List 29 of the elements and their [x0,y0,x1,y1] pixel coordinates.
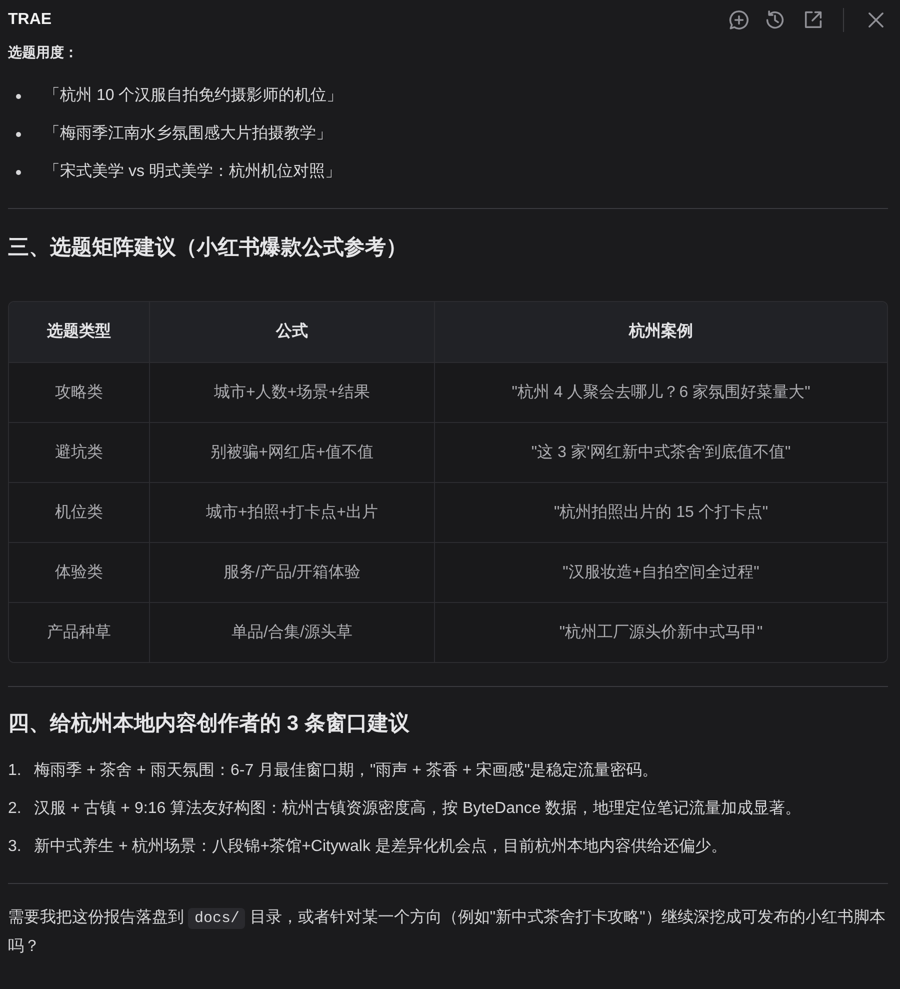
table-cell: 产品种草 [9,603,150,662]
table-cell-text: "杭州 4 人聚会去哪儿？6 家氛围好菜量大" [510,382,812,402]
bullet-icon [16,94,21,98]
section-heading: 三、选题矩阵建议（小红书爆款公式参考） [7,234,408,261]
column-header: 杭州案例 [628,321,694,342]
table-cell-text: "这 3 家'网红新中式茶舍'到底值不值" [530,442,792,462]
bullet-icon [16,170,21,174]
table-cell-text: "杭州工厂源头价新中式马甲" [558,622,764,642]
list-item-text: 梅雨季 + 茶舍 + 雨天氛围：6-7 月最佳窗口期，"雨声 + 茶香 + 宋画感"是稳定流量密码。 [34,760,658,781]
bullet-text: 「杭州 10 个汉服自拍免约摄影师的机位」 [44,86,343,106]
table-cell: 单品/合集/源头草 [150,603,435,662]
inline-code: docs/ [188,908,246,929]
list-item-text: 新中式养生 + 杭州场景：八段锦+茶馆+Citywalk 是差异化机会点，目前杭州本地内容供给还偏少。 [34,836,727,857]
list-item-text: 汉服 + 古镇 + 9:16 算法友好构图：杭州古镇资源密度高，按 ByteDance 数据，地理定位笔记流量加成显著。 [34,798,802,819]
list-number: 3. [8,837,22,857]
bullet-text: 「宋式美学 vs 明式美学：杭州机位对照」 [44,162,341,182]
question-text: 需要我把这份报告落盘到 docs/ 目录，或者针对某一个方向（例如"新中式茶舍打卡攻略"）继续深挖成可发布的小红书脚本吗？ [7,907,886,957]
bullet-text: 「梅雨季江南水乡氛围感大片拍摄教学」 [44,124,332,144]
bullet-icon [16,132,21,136]
table-cell-text: "汉服妆造+自拍空间全过程" [562,562,760,582]
chat-add-icon[interactable] [728,9,750,31]
history-icon[interactable] [764,9,786,31]
external-link-icon[interactable] [802,9,824,31]
table-cell-text: "杭州拍照出片的 15 个打卡点" [552,502,770,522]
list-number: 2. [8,799,22,819]
window-title: TRAE [8,10,52,30]
section-heading: 四、给杭州本地内容创作者的 3 条窗口建议 [7,710,410,737]
section-label: 选题用度： [8,44,79,60]
list-number: 1. [8,761,22,781]
